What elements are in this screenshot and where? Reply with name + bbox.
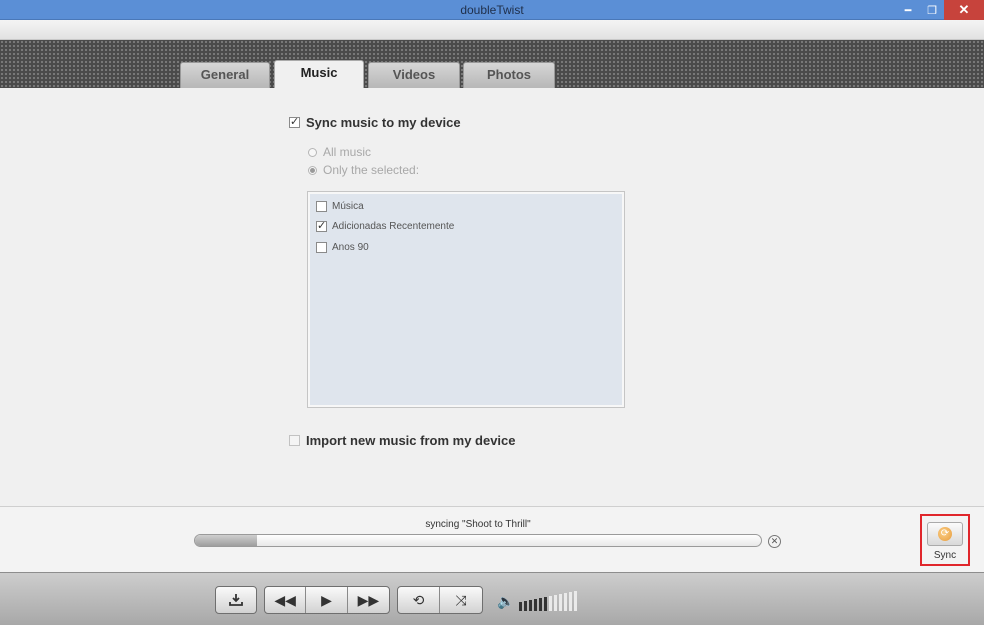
mode-group: ⟲ ⤨ (397, 586, 483, 614)
all-music-radio[interactable] (308, 147, 317, 157)
volume-bar[interactable] (569, 592, 573, 611)
volume-bar[interactable] (544, 597, 548, 611)
volume-bar[interactable] (549, 596, 553, 611)
all-music-option[interactable]: All music (308, 145, 371, 159)
sync-music-label: Sync music to my device (306, 115, 461, 130)
close-icon[interactable]: ✕ (944, 0, 984, 20)
volume-bar[interactable] (554, 595, 558, 611)
sync-status-text: syncing "Shoot to Thrill" (425, 519, 531, 530)
playlist-label: Anos 90 (332, 242, 369, 253)
import-button-group (215, 586, 257, 614)
only-selected-option[interactable]: Only the selected: (308, 163, 419, 177)
sync-highlight-box: ⟳ Sync (920, 514, 970, 566)
fast-forward-icon[interactable]: ▶▶ (348, 587, 389, 613)
sync-button-label: Sync (933, 550, 957, 561)
import-music-row[interactable]: Import new music from my device (289, 433, 516, 448)
speaker-icon: 🔈 (497, 593, 515, 609)
music-settings-panel: Sync music to my device All music Only t… (0, 88, 984, 506)
cancel-sync-icon[interactable]: ✕ (768, 535, 781, 548)
minimize-icon[interactable]: ━ (896, 0, 920, 20)
import-music-label: Import new music from my device (306, 433, 516, 448)
volume-bar[interactable] (574, 591, 578, 611)
volume-bar[interactable] (519, 602, 523, 611)
list-item[interactable]: Anos 90 (316, 242, 369, 253)
transport-group: ◀◀ ▶ ▶▶ (264, 586, 390, 614)
menu-strip (0, 20, 984, 40)
all-music-label: All music (323, 145, 372, 159)
sync-progress-bar (194, 534, 762, 547)
playlist-list[interactable]: Música Adicionadas Recentemente Anos 90 (307, 191, 625, 408)
window-title: doubleTwist (460, 3, 524, 17)
tab-general[interactable]: General (180, 62, 270, 88)
download-icon[interactable] (216, 587, 256, 613)
volume-bar[interactable] (559, 594, 563, 611)
title-bar: doubleTwist ━ ❐ ✕ (0, 0, 984, 20)
volume-bar[interactable] (529, 600, 533, 611)
only-selected-label: Only the selected: (323, 163, 420, 177)
tab-music[interactable]: Music (274, 60, 364, 89)
list-item[interactable]: Adicionadas Recentemente (316, 219, 455, 232)
play-icon[interactable]: ▶ (306, 587, 348, 613)
volume-bar[interactable] (534, 599, 538, 611)
playlist-checkbox[interactable] (316, 219, 327, 232)
import-music-checkbox[interactable] (289, 435, 300, 446)
sync-music-checkbox[interactable] (289, 115, 300, 128)
playlist-checkbox[interactable] (316, 201, 327, 212)
sync-icon: ⟳ (938, 527, 952, 541)
tab-photos[interactable]: Photos (463, 62, 555, 88)
volume-bar[interactable] (539, 598, 543, 611)
player-bar: ◀◀ ▶ ▶▶ ⟲ ⤨ 🔈 (0, 572, 984, 625)
rewind-icon[interactable]: ◀◀ (265, 587, 307, 613)
repeat-icon[interactable]: ⟲ (398, 587, 441, 613)
tab-videos[interactable]: Videos (368, 62, 460, 88)
sync-status-bar: syncing "Shoot to Thrill" ✕ ⟳ Sync (0, 506, 984, 572)
list-item[interactable]: Música (316, 201, 364, 212)
sync-button[interactable]: ⟳ (927, 522, 963, 546)
playlist-label: Música (332, 201, 364, 212)
volume-bar[interactable] (524, 601, 528, 611)
volume-bar[interactable] (564, 593, 568, 611)
restore-icon[interactable]: ❐ (920, 0, 944, 20)
window-controls: ━ ❐ ✕ (896, 0, 984, 20)
only-selected-radio[interactable] (308, 165, 317, 175)
sync-music-row[interactable]: Sync music to my device (289, 115, 461, 130)
volume-control[interactable]: 🔈 (497, 591, 578, 611)
sync-progress-fill (195, 535, 258, 546)
playlist-label: Adicionadas Recentemente (332, 221, 455, 232)
playlist-checkbox[interactable] (316, 242, 327, 253)
shuffle-icon[interactable]: ⤨ (440, 587, 482, 613)
